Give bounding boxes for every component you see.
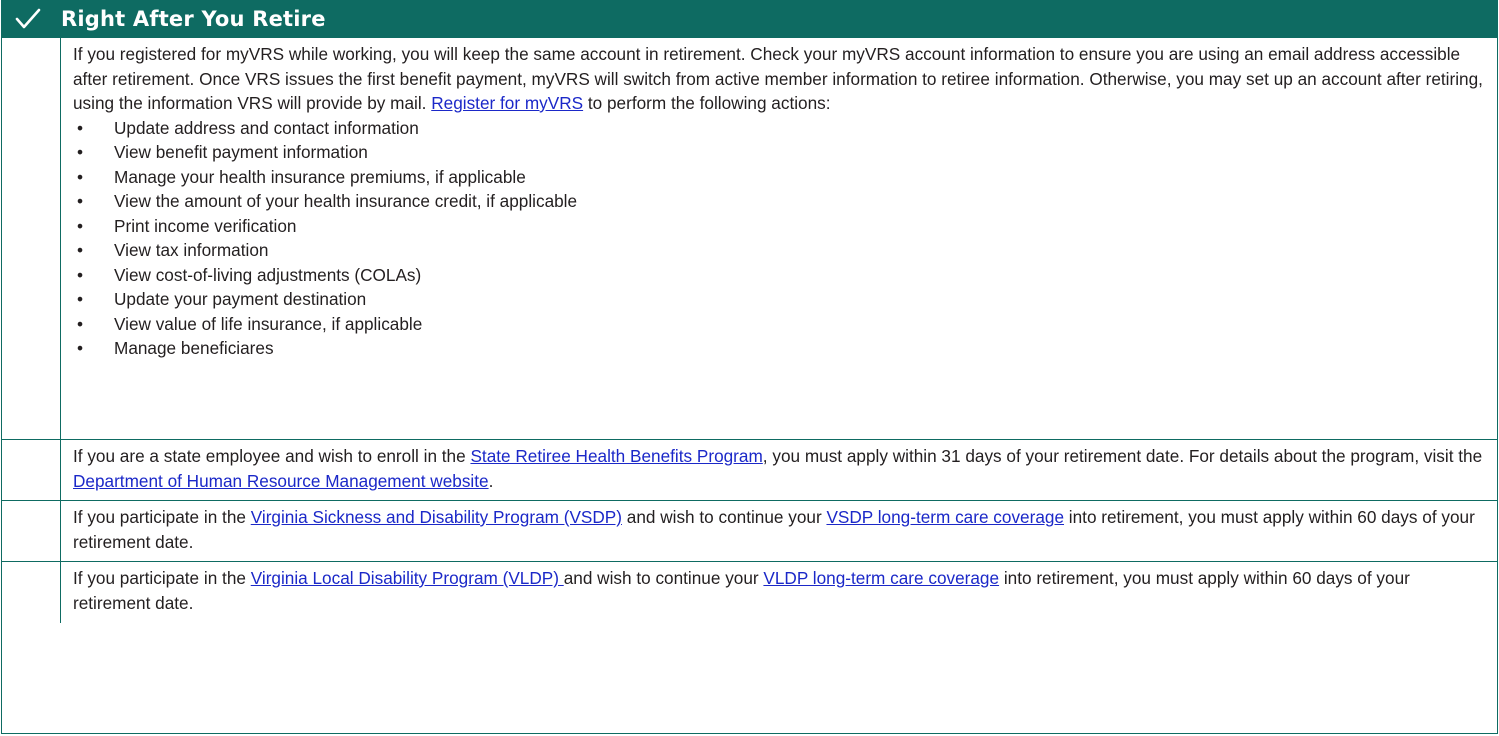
- vsdp-link[interactable]: Virginia Sickness and Disability Program…: [251, 507, 622, 527]
- checklist-row-health-benefits: If you are a state employee and wish to …: [2, 439, 1497, 500]
- vsdp-ltc-link[interactable]: VSDP long-term care coverage: [826, 507, 1064, 527]
- row-content: If you participate in the Virginia Local…: [61, 562, 1497, 623]
- list-item: Manage beneficiares: [73, 336, 1483, 361]
- checkmark-icon: [2, 8, 54, 30]
- row-content: If you registered for myVRS while workin…: [61, 38, 1497, 439]
- list-item: Update address and contact information: [73, 116, 1483, 141]
- retirement-checklist: Right After You Retire If you registered…: [1, 0, 1498, 734]
- checkbox-cell[interactable]: [2, 38, 61, 439]
- vldp-ltc-link[interactable]: VLDP long-term care coverage: [763, 568, 999, 588]
- list-item: Manage your health insurance premiums, i…: [73, 165, 1483, 190]
- checkbox-cell[interactable]: [2, 501, 61, 561]
- checklist-row-vsdp: If you participate in the Virginia Sickn…: [2, 500, 1497, 561]
- list-item: View cost-of-living adjustments (COLAs): [73, 263, 1483, 288]
- register-myvrs-link[interactable]: Register for myVRS: [431, 93, 583, 113]
- row-text: If you participate in the: [73, 568, 251, 588]
- state-retiree-health-link[interactable]: State Retiree Health Benefits Program: [470, 446, 762, 466]
- row-text: If you participate in the: [73, 507, 251, 527]
- section-title: Right After You Retire: [61, 6, 326, 31]
- actions-list: Update address and contact information V…: [73, 116, 1483, 361]
- row-content: If you are a state employee and wish to …: [61, 440, 1497, 500]
- dhrm-website-link[interactable]: Department of Human Resource Management …: [73, 471, 489, 491]
- row-content: If you participate in the Virginia Sickn…: [61, 501, 1497, 561]
- checklist-row-vldp: If you participate in the Virginia Local…: [2, 561, 1497, 623]
- row-text: and wish to continue your: [621, 507, 827, 527]
- row-text: and wish to continue your: [563, 568, 764, 588]
- row-text: .: [488, 470, 494, 491]
- section-header: Right After You Retire: [2, 0, 1497, 37]
- row-text: , you must apply within 31 days of your …: [762, 446, 1483, 466]
- list-item: View value of life insurance, if applica…: [73, 312, 1483, 337]
- intro-text-end: to perform the following actions:: [583, 93, 831, 113]
- checkbox-cell[interactable]: [2, 562, 61, 623]
- vldp-link[interactable]: Virginia Local Disability Program (VLDP): [251, 568, 564, 588]
- checkbox-cell[interactable]: [2, 440, 61, 500]
- list-item: Print income verification: [73, 214, 1483, 239]
- checklist-row-myvrs: If you registered for myVRS while workin…: [2, 37, 1497, 439]
- list-item: Update your payment destination: [73, 287, 1483, 312]
- row-text: If you are a state employee and wish to …: [73, 446, 471, 466]
- list-item: View tax information: [73, 238, 1483, 263]
- list-item: View the amount of your health insurance…: [73, 189, 1483, 214]
- list-item: View benefit payment information: [73, 140, 1483, 165]
